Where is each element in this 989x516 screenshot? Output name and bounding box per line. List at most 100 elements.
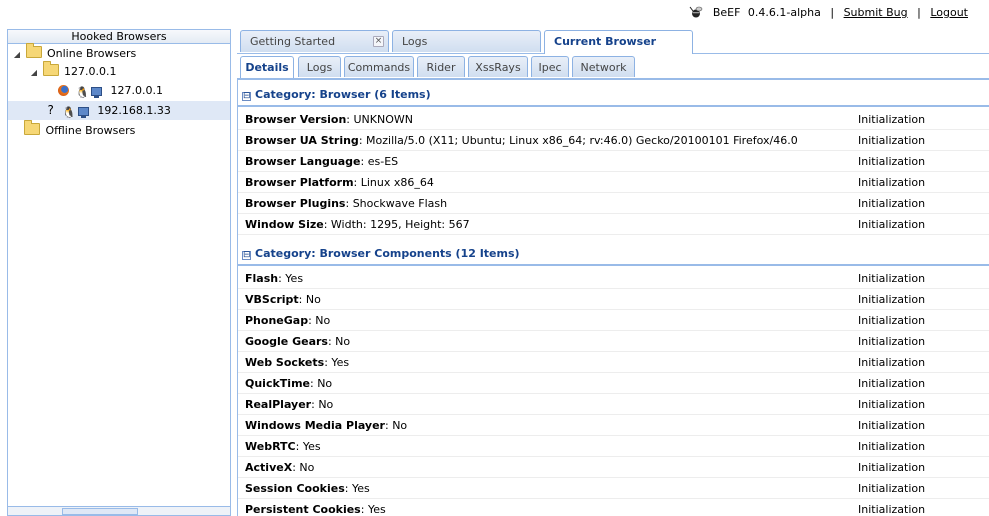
detail-entry: Windows Media Player: No: [245, 415, 407, 436]
details-grid: ⊟ Category: Browser (6 Items) Browser Vers…: [237, 80, 989, 516]
tab-xssrays[interactable]: XssRays: [468, 56, 528, 77]
detail-key: Web Sockets: [245, 356, 325, 369]
detail-value: No: [335, 335, 351, 348]
tree-label: 127.0.0.1: [64, 65, 117, 78]
detail-status: Initialization: [858, 356, 926, 369]
detail-key: PhoneGap: [245, 314, 309, 327]
detail-value: UNKNOWN: [353, 113, 414, 126]
detail-row[interactable]: QuickTime: No Initialization: [238, 373, 989, 394]
version-label: 0.4.6.1-alpha: [747, 6, 821, 19]
detail-key: WebRTC: [245, 440, 296, 453]
tree-label: Online Browsers: [47, 47, 137, 60]
detail-key: ActiveX: [245, 461, 293, 474]
detail-value: Yes: [302, 440, 321, 453]
detail-value: No: [392, 419, 408, 432]
detail-row[interactable]: Persistent Cookies: Yes Initialization: [238, 499, 989, 516]
detail-status: Initialization: [858, 398, 926, 411]
detail-status: Initialization: [858, 314, 926, 327]
collapse-icon[interactable]: ⊟: [242, 251, 251, 260]
tree-label: 127.0.0.1: [110, 84, 163, 97]
tree-node-browser-selected[interactable]: ? 🐧 192.168.1.33: [8, 101, 230, 120]
detail-value: Yes: [285, 272, 304, 285]
panel-scrollbar[interactable]: [8, 506, 230, 515]
detail-entry: Window Size: Width: 1295, Height: 567: [245, 214, 470, 235]
detail-status: Initialization: [858, 155, 926, 168]
tree-label: Offline Browsers: [45, 124, 136, 137]
detail-key: Browser Platform: [245, 176, 354, 189]
tab-details[interactable]: Details: [240, 56, 294, 78]
detail-value: Shockwave Flash: [352, 197, 448, 210]
detail-value: No: [318, 398, 334, 411]
detail-row[interactable]: Browser UA String: Mozilla/5.0 (X11; Ubu…: [238, 130, 989, 151]
detail-status: Initialization: [858, 197, 926, 210]
key-separator: :: [360, 155, 368, 168]
tab-logs[interactable]: Logs: [392, 30, 541, 52]
detail-key: Flash: [245, 272, 279, 285]
panel-title: Hooked Browsers: [8, 30, 230, 44]
main-tab-bar: Getting Started × Logs Current Browser: [237, 29, 989, 54]
detail-row[interactable]: Window Size: Width: 1295, Height: 567 Ini…: [238, 214, 989, 235]
detail-value: No: [315, 314, 331, 327]
detail-value: No: [317, 377, 333, 390]
tab-current-browser[interactable]: Current Browser: [544, 30, 693, 54]
scrollbar-thumb[interactable]: [62, 508, 138, 515]
tab-ipec[interactable]: Ipec: [531, 56, 569, 77]
key-separator: :: [298, 293, 306, 306]
detail-row[interactable]: Browser Language: es-ES Initialization: [238, 151, 989, 172]
tab-label: Logs: [402, 35, 428, 48]
tree-node-browser[interactable]: 🐧 127.0.0.1: [58, 81, 163, 100]
detail-value: No: [305, 293, 321, 306]
detail-row[interactable]: Windows Media Player: No Initialization: [238, 415, 989, 436]
detail-row[interactable]: Web Sockets: Yes Initialization: [238, 352, 989, 373]
detail-row[interactable]: Google Gears: No Initialization: [238, 331, 989, 352]
tab-getting-started[interactable]: Getting Started ×: [240, 30, 389, 52]
detail-row[interactable]: VBScript: No Initialization: [238, 289, 989, 310]
category-title: Category: Browser (6 Items): [255, 88, 431, 101]
detail-row[interactable]: Browser Plugins: Shockwave Flash Initiali…: [238, 193, 989, 214]
close-icon[interactable]: ×: [373, 36, 384, 47]
detail-row[interactable]: RealPlayer: No Initialization: [238, 394, 989, 415]
logout-link[interactable]: Logout: [930, 6, 968, 19]
folder-icon: [42, 61, 59, 76]
tab-commands[interactable]: Commands: [344, 56, 414, 77]
detail-value: Mozilla/5.0 (X11; Ubuntu; Linux x86_64; …: [366, 134, 798, 147]
separator: |: [830, 6, 835, 19]
tree-node-online-browsers[interactable]: ◢ Online Browsers: [12, 43, 137, 64]
detail-row[interactable]: Browser Platform: Linux x86_64 Initializa…: [238, 172, 989, 193]
detail-row[interactable]: ActiveX: No Initialization: [238, 457, 989, 478]
category-header[interactable]: ⊟ Category: Browser (6 Items): [238, 80, 989, 107]
folder-icon: [24, 120, 40, 135]
key-separator: :: [345, 197, 353, 210]
detail-entry: Persistent Cookies: Yes: [245, 499, 386, 516]
detail-entry: RealPlayer: No: [245, 394, 333, 415]
detail-status: Initialization: [858, 335, 926, 348]
expand-arrow-icon[interactable]: ◢: [29, 63, 39, 82]
detail-key: Session Cookies: [245, 482, 345, 495]
expand-arrow-icon[interactable]: ◢: [12, 45, 22, 64]
computer-icon: [77, 107, 89, 118]
detail-status: Initialization: [858, 482, 926, 495]
key-separator: :: [295, 440, 303, 453]
detail-row[interactable]: Session Cookies: Yes Initialization: [238, 478, 989, 499]
tree-node-offline-browsers[interactable]: Offline Browsers: [24, 120, 136, 140]
category-header[interactable]: ⊟ Category: Browser Components (12 Items): [238, 239, 989, 266]
detail-entry: Flash: Yes: [245, 268, 303, 289]
detail-row[interactable]: WebRTC: Yes Initialization: [238, 436, 989, 457]
detail-value: Yes: [367, 503, 386, 516]
detail-key: Browser UA String: [245, 134, 359, 147]
top-bar: BeEF 0.4.6.1-alpha | Submit Bug | Logout: [0, 0, 989, 28]
detail-key: Browser Plugins: [245, 197, 346, 210]
linux-tux-icon: 🐧: [62, 106, 77, 119]
detail-row[interactable]: Flash: Yes Initialization: [238, 268, 989, 289]
detail-row[interactable]: PhoneGap: No Initialization: [238, 310, 989, 331]
tree-node-ip-group[interactable]: ◢ 127.0.0.1: [29, 61, 117, 82]
tab-rider[interactable]: Rider: [417, 56, 465, 77]
detail-value: Linux x86_64: [360, 176, 434, 189]
tab-logs-sub[interactable]: Logs: [298, 56, 341, 77]
detail-row[interactable]: Browser Version: UNKNOWN Initialization: [238, 109, 989, 130]
submit-bug-link[interactable]: Submit Bug: [844, 6, 908, 19]
detail-key: Window Size: [245, 218, 324, 231]
collapse-icon[interactable]: ⊟: [242, 92, 251, 101]
detail-key: Google Gears: [245, 335, 328, 348]
tab-network[interactable]: Network: [572, 56, 635, 77]
